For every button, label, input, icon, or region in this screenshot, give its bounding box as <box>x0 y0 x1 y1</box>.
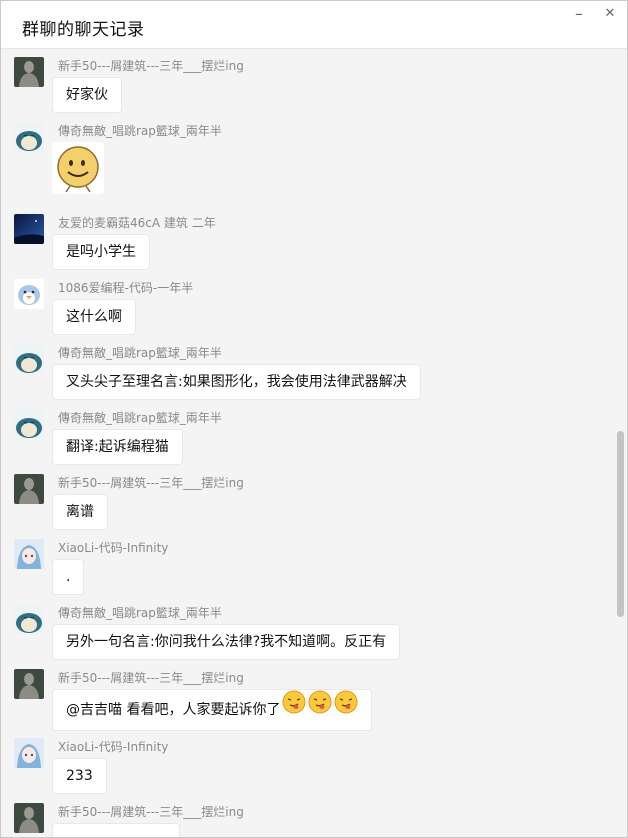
message-bubble[interactable]: . <box>52 559 85 595</box>
sender-name: 傳奇無敵_唱跳rap籃球_兩年半 <box>58 124 222 138</box>
message-bubble[interactable]: @吉吉喵 看看吧，人家要起诉你了 <box>52 689 373 731</box>
sender-name: 新手50---屑建筑---三年___摆烂ing <box>58 805 244 819</box>
message-bubble[interactable]: 另外一句名言:你问我什么法律?我不知道啊。反正有 <box>52 624 401 660</box>
statue-avatar[interactable] <box>14 474 44 504</box>
statue-avatar[interactable] <box>14 669 44 699</box>
snorlax-avatar[interactable] <box>14 344 44 374</box>
message-bubble[interactable]: 是吗小学生 <box>52 234 150 270</box>
anime-avatar[interactable] <box>14 738 44 768</box>
sender-name: 新手50---屑建筑---三年___摆烂ing <box>58 671 244 685</box>
sender-name: 傳奇無敵_唱跳rap籃球_兩年半 <box>58 411 222 425</box>
anime-avatar[interactable] <box>14 539 44 569</box>
penguin-avatar[interactable] <box>14 279 44 309</box>
snorlax-avatar[interactable] <box>14 409 44 439</box>
sender-name: 傳奇無敵_唱跳rap籃球_兩年半 <box>58 606 222 620</box>
sender-name: 友爱的麦霸菇46cA 建筑 二年 <box>58 216 216 230</box>
snorlax-avatar[interactable] <box>14 122 44 152</box>
message-bubble[interactable]: 离谱 <box>52 494 108 530</box>
message-bubble[interactable]: 翻译:起诉编程猫 <box>52 429 183 465</box>
sender-name: 新手50---屑建筑---三年___摆烂ing <box>58 476 244 490</box>
night-sky-avatar[interactable] <box>14 214 44 244</box>
tongue-out-emoji <box>282 690 306 730</box>
snorlax-avatar[interactable] <box>14 604 44 634</box>
minimize-button[interactable]: – <box>568 5 590 23</box>
chat-history-window: 群聊的聊天记录 – ✕ 新手50---屑建筑---三年___摆烂ing 好家伙 … <box>0 0 628 838</box>
statue-avatar[interactable] <box>14 803 44 833</box>
message-bubble[interactable]: 这什么啊 <box>52 299 136 335</box>
message-bubble[interactable] <box>52 823 180 837</box>
sender-name: XiaoLi-代码-Infinity <box>58 740 169 754</box>
sender-name: 1086爱编程-代码-一年半 <box>58 281 194 295</box>
close-button[interactable]: ✕ <box>599 5 621 23</box>
statue-avatar[interactable] <box>14 57 44 87</box>
scrollbar-thumb[interactable] <box>617 431 624 617</box>
tongue-out-emoji <box>308 690 332 730</box>
message-bubble[interactable]: 233 <box>52 758 107 794</box>
sender-name: XiaoLi-代码-Infinity <box>58 541 169 555</box>
sender-name: 傳奇無敵_唱跳rap籃球_兩年半 <box>58 346 222 360</box>
message-text: @吉吉喵 看看吧，人家要起诉你了 <box>66 702 281 718</box>
title-bar: 群聊的聊天记录 – ✕ <box>1 1 627 49</box>
message-list[interactable]: 新手50---屑建筑---三年___摆烂ing 好家伙 傳奇無敵_唱跳rap籃球… <box>1 49 613 837</box>
smiley-face-sticker[interactable] <box>52 142 104 194</box>
message-bubble[interactable]: 叉头尖子至理名言:如果图形化，我会使用法律武器解决 <box>52 364 421 400</box>
message-bubble[interactable]: 好家伙 <box>52 77 122 113</box>
sender-name: 新手50---屑建筑---三年___摆烂ing <box>58 59 244 73</box>
window-title: 群聊的聊天记录 <box>22 20 145 40</box>
tongue-out-emoji <box>334 690 358 730</box>
